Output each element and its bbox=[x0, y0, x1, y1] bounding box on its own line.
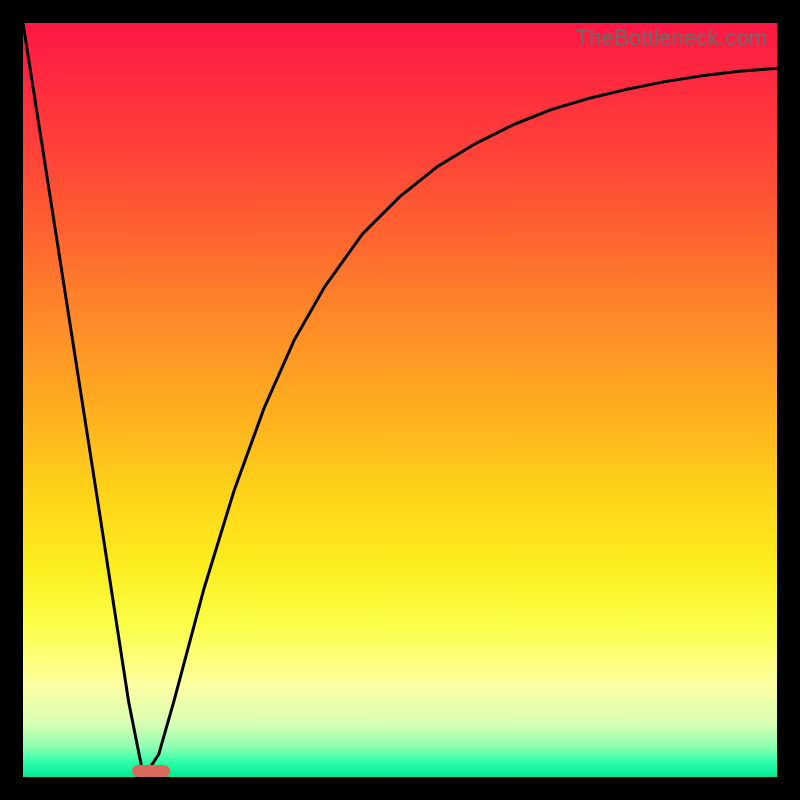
curve-path bbox=[23, 23, 777, 777]
chart-frame: TheBottleneck.com bbox=[0, 0, 800, 800]
optimal-marker bbox=[132, 765, 170, 777]
plot-area: TheBottleneck.com bbox=[23, 23, 777, 777]
bottleneck-curve bbox=[23, 23, 777, 777]
